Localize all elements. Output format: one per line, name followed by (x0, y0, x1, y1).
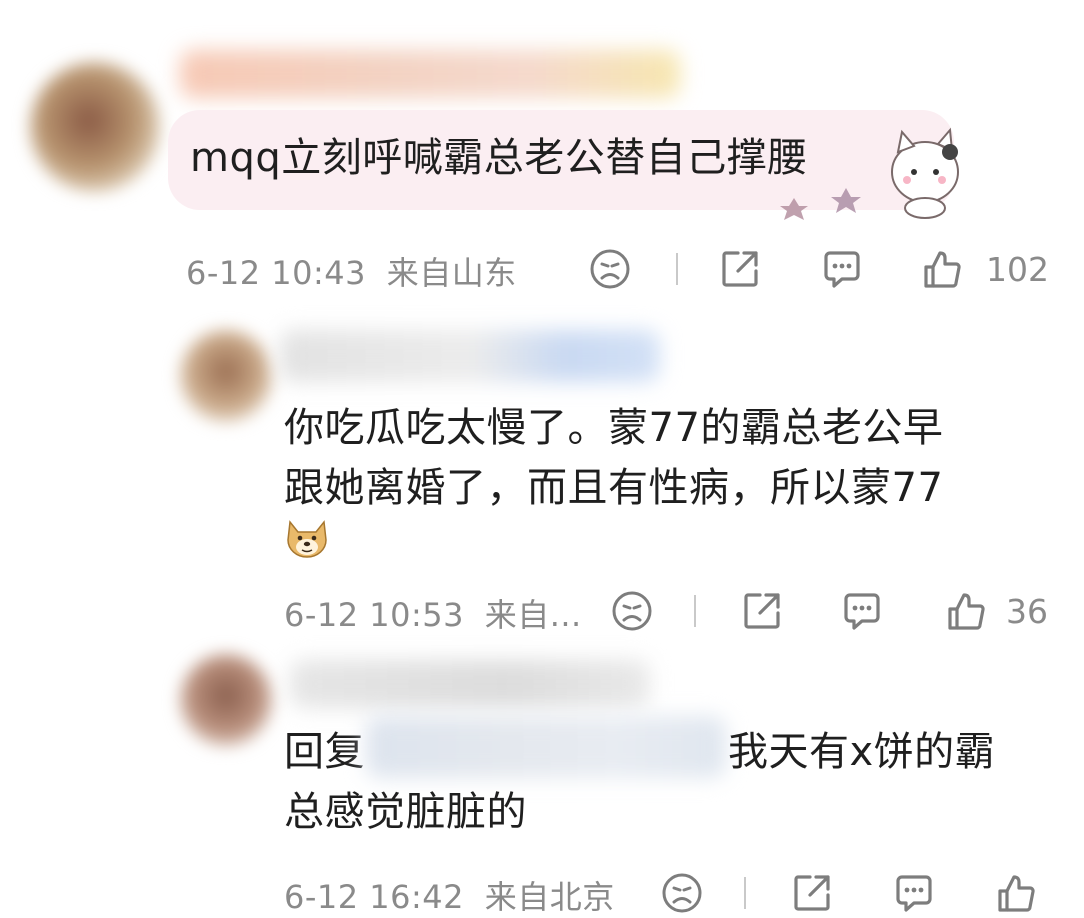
comment-text-line-2: 总感觉脏脏的 (284, 789, 527, 835)
comment-time: 6-12 10:53 (284, 596, 465, 634)
frown-face-icon[interactable] (588, 247, 632, 291)
thumbs-up-icon[interactable] (920, 247, 964, 291)
comment-icon[interactable] (820, 247, 864, 291)
comment-text-line-1: 你吃瓜吃太慢了。蒙77的霸总老公早 (284, 405, 944, 451)
comment-location: 来自... (484, 596, 582, 634)
divider (744, 877, 746, 909)
comment-icon[interactable] (892, 871, 936, 915)
comment-text-line-1-suffix: 我天有x饼的霸 (728, 729, 996, 775)
doge-emoji-icon (284, 514, 330, 560)
divider (676, 253, 678, 285)
username-blurred[interactable] (280, 330, 660, 382)
share-icon[interactable] (790, 871, 834, 915)
username-blurred[interactable] (290, 660, 650, 708)
username-blurred[interactable] (180, 50, 680, 98)
avatar[interactable] (30, 62, 160, 192)
divider (694, 595, 696, 627)
share-icon[interactable] (740, 589, 784, 633)
share-icon[interactable] (718, 247, 762, 291)
avatar[interactable] (180, 330, 272, 422)
kitty-sticker-icon (780, 110, 960, 220)
comment-text-line-2: 跟她离婚了，而且有性病，所以蒙77 (284, 465, 944, 511)
thumbs-up-icon[interactable] (994, 871, 1038, 915)
comment-text-line-1-prefix: 回复 (284, 729, 365, 775)
thumbs-up-icon[interactable] (944, 589, 988, 633)
comment-text: mqq立刻呼喊霸总老公替自己撑腰 (190, 135, 808, 181)
frown-face-icon[interactable] (660, 871, 704, 915)
frown-face-icon[interactable] (610, 589, 654, 633)
comment-location: 来自北京 (484, 878, 615, 916)
comment-icon[interactable] (840, 589, 884, 633)
mention-blurred[interactable] (366, 716, 726, 778)
comment-time: 6-12 16:42 (284, 878, 465, 916)
comment-time: 6-12 10:43 (186, 254, 367, 292)
like-count: 102 (986, 250, 1049, 289)
like-count: 36 (1006, 592, 1048, 631)
avatar[interactable] (180, 654, 272, 746)
comment-location: 来自山东 (386, 254, 517, 292)
